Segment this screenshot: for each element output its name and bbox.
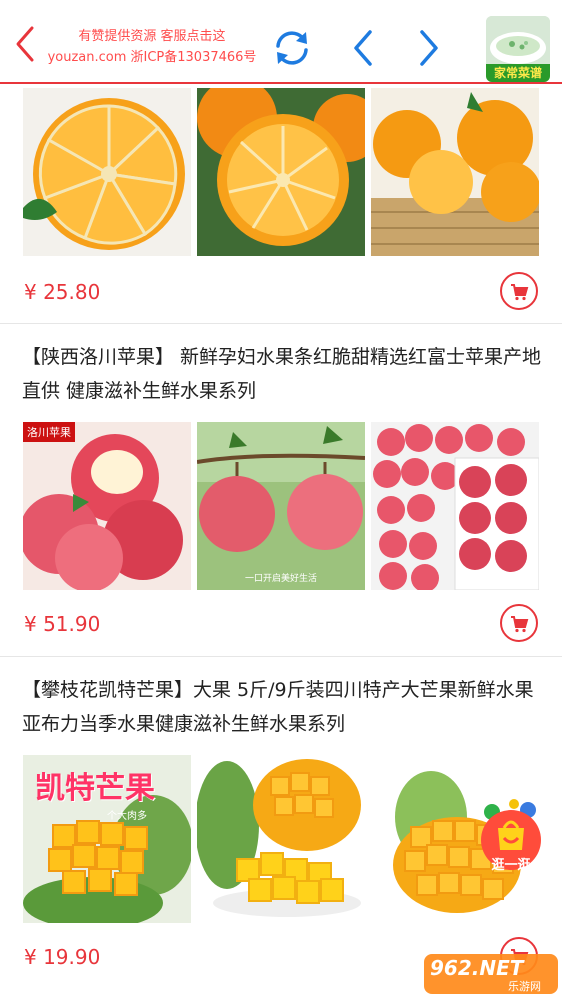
product-image[interactable]: 凯特芒果 个大肉多: [23, 755, 191, 923]
image-subtitle: 个大肉多: [107, 811, 147, 822]
chevron-right-icon: [420, 30, 438, 66]
product-image[interactable]: 一口开启美好生活: [197, 422, 365, 590]
product-image[interactable]: [23, 88, 191, 256]
product-title[interactable]: 【陕西洛川苹果】 新鲜孕妇水果条红脆甜精选红富士苹果产地直供 健康滋补生鲜水果系…: [22, 340, 542, 408]
ad-notice-line2: youzan.com 浙ICP备13037466号: [47, 50, 257, 65]
refresh-button[interactable]: [270, 26, 314, 70]
image-title: 凯特芒果: [35, 771, 155, 806]
ad-notice[interactable]: 有赞提供资源 客服点击这 youzan.com 浙ICP备13037466号: [40, 26, 264, 68]
watermark-subtext: 乐游网: [508, 980, 541, 993]
add-to-cart-button[interactable]: [500, 272, 538, 310]
product-price: ¥ 19.90: [24, 945, 101, 969]
top-bar: 有赞提供资源 客服点击这 youzan.com 浙ICP备13037466号 家…: [0, 0, 562, 84]
product-price: ¥ 51.90: [24, 612, 101, 636]
chevron-left-icon: [16, 26, 34, 62]
product-image[interactable]: [197, 88, 365, 256]
browse-shop-label: 逛一逛: [491, 858, 531, 873]
product-image[interactable]: [371, 422, 539, 590]
recipe-app-thumbnail[interactable]: 家常菜谱: [486, 16, 550, 82]
shopping-cart-icon: [511, 284, 529, 301]
image-badge: 洛川苹果: [23, 422, 75, 442]
refresh-icon: [276, 31, 308, 65]
add-to-cart-button[interactable]: [500, 604, 538, 642]
browse-shop-button[interactable]: 逛一逛: [476, 798, 546, 874]
product-image[interactable]: [371, 88, 539, 256]
back-button[interactable]: [8, 22, 44, 66]
site-watermark: 962.NET 乐游网: [424, 950, 558, 996]
product-image-row: 凯特芒果 个大肉多: [23, 755, 539, 923]
watermark-text: 962.NET: [430, 956, 524, 980]
product-image[interactable]: 洛川苹果: [23, 422, 191, 590]
product-image-row: 洛川苹果 一口开启美好生活: [23, 422, 539, 590]
shopping-cart-icon: [511, 616, 529, 633]
next-button[interactable]: [412, 28, 444, 68]
prev-button[interactable]: [348, 28, 380, 68]
image-caption: 一口开启美好生活: [244, 574, 317, 584]
ad-notice-line1: 有赞提供资源 客服点击这: [78, 29, 226, 44]
chevron-left-icon: [354, 30, 372, 66]
product-image[interactable]: [197, 755, 365, 923]
product-image-row: [23, 88, 539, 256]
product-title[interactable]: 【攀枝花凯特芒果】大果 5斤/9斤装四川特产大芒果新鲜水果 亚布力当季水果健康滋…: [22, 673, 542, 741]
thumbnail-label: 家常菜谱: [486, 64, 550, 82]
product-card-orange[interactable]: ¥ 25.80: [0, 84, 562, 324]
product-price: ¥ 25.80: [24, 280, 101, 304]
product-card-apple[interactable]: 【陕西洛川苹果】 新鲜孕妇水果条红脆甜精选红富士苹果产地直供 健康滋补生鲜水果系…: [0, 324, 562, 656]
